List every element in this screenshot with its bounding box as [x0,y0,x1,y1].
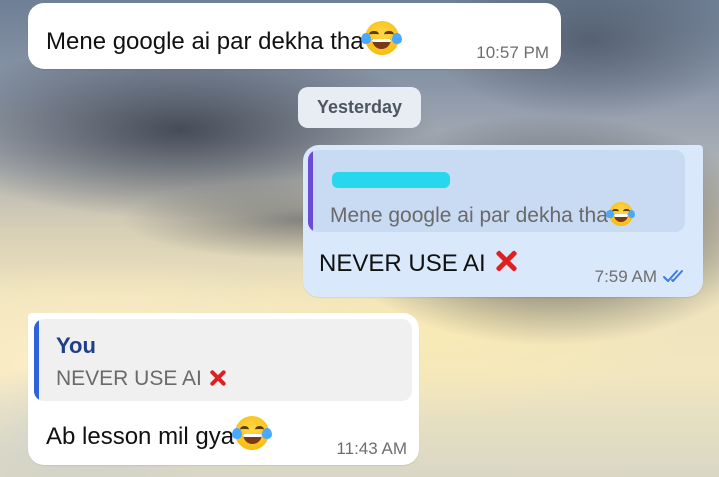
message-time: 10:57 PM [476,43,549,62]
face-with-tears-of-joy-icon [361,21,402,55]
redacted-sender-name [332,172,450,188]
reply-quote[interactable]: Mene google ai par dekha tha [308,150,685,232]
message-bubble-outgoing[interactable]: Mene google ai par dekha tha NEVER USE A… [303,145,703,297]
reply-quote-text: Mene google ai par dekha tha [330,202,636,228]
date-separator: Yesterday [298,87,421,128]
cross-mark-icon [494,248,520,274]
message-text: Ab lesson mil gya [46,416,273,451]
message-bubble-incoming[interactable]: Mene google ai par dekha tha 10:57 PM [28,3,561,69]
cross-mark-icon [208,368,228,388]
reply-quote-text: NEVER USE AI [56,367,228,391]
message-text: NEVER USE AI [319,248,520,278]
read-ticks-icon [663,268,689,289]
message-time: 7:59 AM [595,267,689,289]
message-bubble-incoming[interactable]: You NEVER USE AI Ab lesson mil gya 11:43… [28,313,419,465]
reply-quote-bar [34,319,39,401]
reply-quote-bar [308,150,313,232]
face-with-tears-of-joy-icon [606,202,636,226]
message-time: 11:43 AM [336,439,407,458]
reply-quote-sender: You [56,333,96,358]
face-with-tears-of-joy-icon [231,416,273,450]
message-text: Mene google ai par dekha tha [46,21,402,56]
reply-quote[interactable]: You NEVER USE AI [34,319,412,401]
